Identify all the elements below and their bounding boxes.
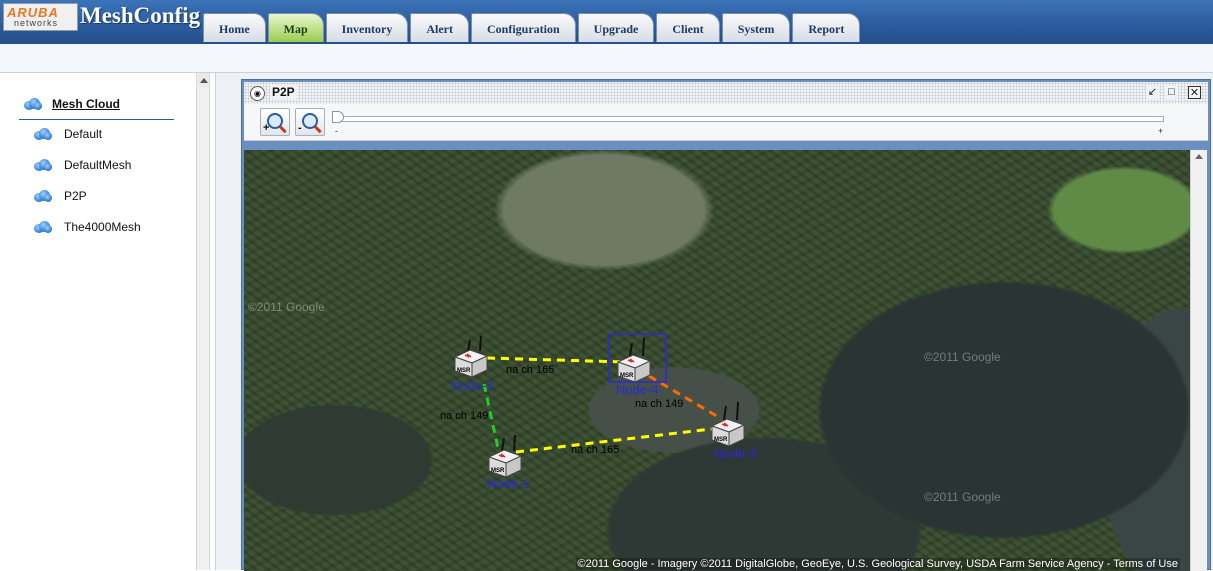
link-node3-node4[interactable] [486, 356, 625, 364]
tab-client[interactable]: Client [656, 13, 720, 42]
map-window: ◉ P2P ↙ □ ✕ + - - + ©2011 Google ©2011 G… [241, 79, 1211, 571]
app-header: ARUBA networks MeshConfig Home Map Inven… [0, 0, 1213, 44]
zoom-in-sign: + [263, 122, 270, 134]
tree-item-default[interactable]: Default [34, 127, 102, 141]
aruba-logo: ARUBA networks [3, 3, 78, 31]
close-icon[interactable]: ✕ [1188, 86, 1201, 99]
tree-root-label: Mesh Cloud [52, 97, 120, 111]
zoom-out-sign: - [298, 122, 302, 134]
tree-item-defaultmesh[interactable]: DefaultMesh [34, 158, 131, 172]
node-4-label[interactable]: Node-4 [616, 382, 659, 397]
tree-item-label: Default [64, 127, 103, 141]
cloud-icon [34, 221, 52, 233]
mesh-tree-panel: Mesh Cloud Default DefaultMesh P2P The40… [0, 73, 196, 570]
link-label: na ch 165 [506, 364, 555, 376]
node-badge: MSR [491, 468, 505, 474]
link-label: na ch 149 [635, 398, 684, 410]
magnifier-handle [313, 125, 322, 134]
cloud-icon [34, 159, 52, 171]
mesh-overlay: MSR MSR MSR MSR [453, 333, 746, 478]
globe-icon: ◉ [250, 86, 265, 101]
node-badge: MSR [714, 437, 728, 443]
minimize-icon[interactable]: ↙ [1146, 86, 1159, 99]
scroll-up-arrow-icon[interactable] [198, 73, 209, 87]
zoom-slider-max: + [1158, 126, 1164, 136]
sub-header-bar [0, 44, 1213, 73]
cloud-icon [24, 98, 42, 110]
tree-item-p2p[interactable]: P2P [34, 189, 87, 203]
tree-item-label: P2P [64, 189, 87, 203]
node-2-icon[interactable]: MSR [710, 401, 746, 447]
app-title: MeshConfig [80, 3, 201, 28]
tab-system[interactable]: System [721, 13, 791, 42]
link-label: na ch 165 [571, 444, 620, 456]
tree-scrollbar[interactable] [196, 73, 210, 570]
cloud-icon [34, 190, 52, 202]
logo: ARUBA networks MeshConfig [0, 0, 200, 36]
node-badge: MSR [457, 368, 471, 374]
logo-sub: networks [14, 18, 59, 28]
node-3-icon[interactable]: MSR [453, 335, 489, 378]
node-3-label[interactable]: Node-3 [451, 378, 494, 393]
tree-root-mesh-cloud[interactable]: Mesh Cloud [24, 97, 120, 111]
map-copyright[interactable]: ©2011 Google - Imagery ©2011 DigitalGlob… [575, 558, 1180, 570]
cloud-icon [34, 128, 52, 140]
tab-upgrade[interactable]: Upgrade [577, 13, 655, 42]
maximize-icon[interactable]: □ [1165, 86, 1178, 99]
tab-report[interactable]: Report [792, 13, 861, 42]
map-toolbar: + - - + [244, 104, 1208, 141]
node-1-label[interactable]: Node-1 [487, 476, 530, 491]
zoom-slider-track[interactable] [340, 116, 1164, 122]
satellite-map[interactable]: ©2011 Google ©2011 Google ©2011 Google M… [244, 150, 1190, 571]
magnifier-handle [278, 125, 287, 134]
tree-item-label: The4000Mesh [64, 220, 141, 234]
node-1-icon[interactable]: MSR [487, 434, 523, 478]
link-label: na ch 149 [440, 410, 489, 422]
node-badge: MSR [620, 373, 634, 379]
window-titlebar[interactable]: ◉ P2P ↙ □ ✕ [244, 82, 1208, 104]
node-4-icon[interactable]: MSR [616, 337, 652, 383]
tab-map[interactable]: Map [267, 13, 324, 42]
main-content: ◉ P2P ↙ □ ✕ + - - + ©2011 Google ©2011 G… [215, 73, 1213, 571]
zoom-in-button[interactable]: + [260, 108, 290, 136]
node-2-label[interactable]: Node-2 [714, 446, 757, 461]
main-tabs: Home Map Inventory Alert Configuration U… [203, 13, 861, 44]
tab-configuration[interactable]: Configuration [470, 13, 576, 42]
map-scrollbar[interactable] [1190, 150, 1207, 571]
zoom-slider-thumb[interactable] [332, 111, 344, 123]
window-title: P2P [270, 85, 297, 99]
zoom-out-button[interactable]: - [295, 108, 325, 136]
zoom-slider-min: - [335, 126, 338, 136]
tree-item-the4000mesh[interactable]: The4000Mesh [34, 220, 141, 234]
tab-inventory[interactable]: Inventory [325, 13, 409, 42]
tab-alert[interactable]: Alert [410, 13, 469, 42]
tree-item-label: DefaultMesh [64, 158, 132, 172]
tree-divider [19, 119, 174, 120]
tab-home[interactable]: Home [203, 13, 266, 42]
